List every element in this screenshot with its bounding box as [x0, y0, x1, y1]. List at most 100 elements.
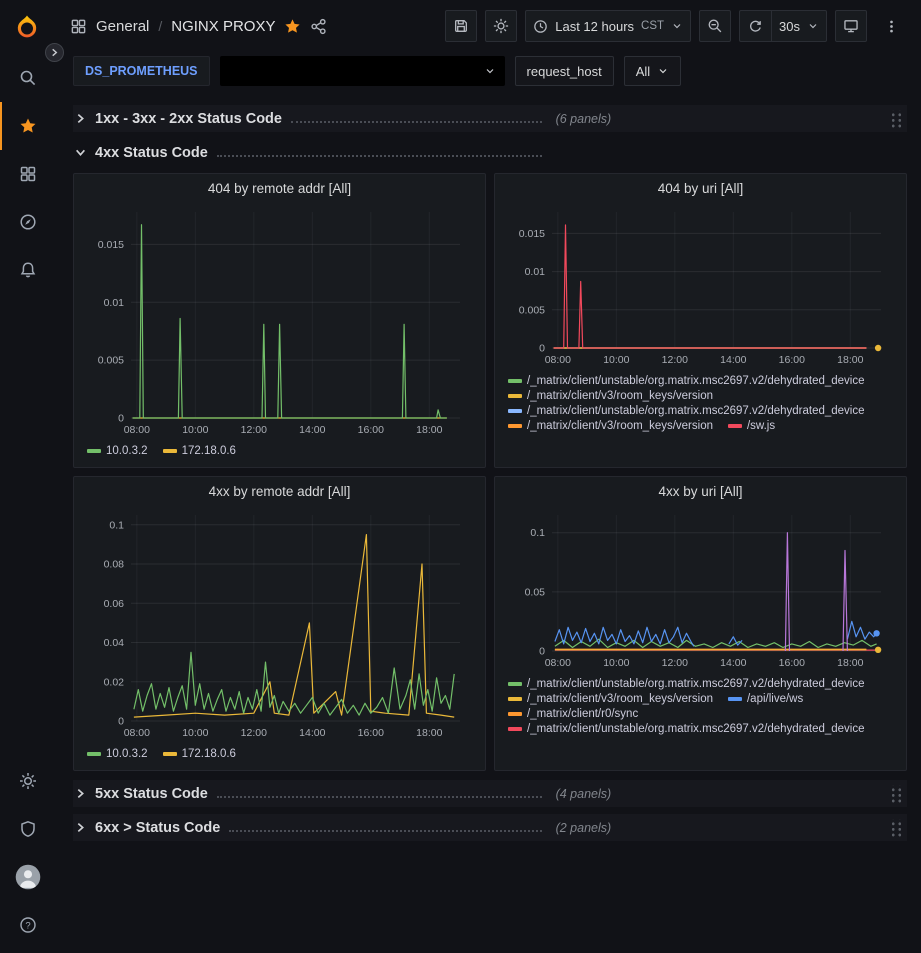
svg-text:0.005: 0.005 — [98, 355, 124, 367]
sidebar-item-alerting[interactable] — [0, 246, 54, 294]
row-4xx[interactable]: 4xx Status Code — [73, 139, 907, 166]
sidebar-item-search[interactable] — [0, 54, 54, 102]
legend-item[interactable]: /sw.js — [728, 420, 775, 432]
svg-text:10:00: 10:00 — [182, 727, 208, 739]
sidebar-item-profile[interactable] — [0, 853, 54, 901]
sidebar-item-server-admin[interactable] — [0, 805, 54, 853]
legend-item[interactable]: /_matrix/client/unstable/org.matrix.msc2… — [508, 405, 865, 417]
legend-item[interactable]: /_matrix/client/v3/room_keys/version — [508, 420, 713, 432]
legend-item[interactable]: 172.18.0.6 — [163, 445, 236, 457]
favorite-star-icon[interactable] — [284, 18, 301, 35]
panel-title[interactable]: 404 by uri [All] — [495, 174, 906, 202]
row-5xx[interactable]: 5xx Status Code (4 panels) — [73, 780, 907, 807]
datasource-variable-label[interactable]: DS_PROMETHEUS — [73, 56, 210, 86]
legend-series-label: /api/live/ws — [747, 693, 803, 705]
legend-item[interactable]: /api/live/ws — [728, 693, 803, 705]
svg-text:0.01: 0.01 — [104, 297, 125, 309]
sidebar-item-help[interactable]: ? — [0, 901, 54, 949]
more-options-button[interactable] — [875, 10, 907, 42]
legend-series-label: 10.0.3.2 — [106, 748, 148, 760]
chevron-down-icon — [75, 147, 95, 158]
share-icon[interactable] — [310, 18, 327, 35]
panel-legend: /_matrix/client/unstable/org.matrix.msc2… — [506, 372, 895, 438]
row-drag-handle[interactable] — [889, 819, 902, 836]
refresh-button[interactable] — [739, 10, 771, 42]
legend-series-label: 172.18.0.6 — [182, 748, 236, 760]
svg-text:0.01: 0.01 — [525, 266, 546, 278]
row-panel-count: (2 panels) — [556, 821, 612, 835]
legend-item[interactable]: /_matrix/client/unstable/org.matrix.msc2… — [508, 678, 865, 690]
legend-series-marker — [508, 727, 522, 731]
legend-item[interactable]: /_matrix/client/unstable/org.matrix.msc2… — [508, 723, 865, 735]
svg-text:18:00: 18:00 — [837, 354, 863, 366]
row-drag-handle[interactable] — [889, 785, 902, 802]
svg-text:10:00: 10:00 — [182, 424, 208, 436]
panel-body: 08:0010:0012:0014:0016:0018:0000.0050.01… — [495, 202, 906, 467]
breadcrumb-folder[interactable]: General — [96, 18, 149, 35]
sidebar-item-starred[interactable] — [0, 102, 54, 150]
dashboard-title[interactable]: NGINX PROXY — [171, 18, 275, 35]
svg-text:0: 0 — [539, 646, 545, 658]
legend-item[interactable]: /_matrix/client/v3/room_keys/version — [508, 390, 713, 402]
svg-text:0.08: 0.08 — [104, 559, 125, 571]
dashboard-settings-button[interactable] — [485, 10, 517, 42]
row-1xx-3xx-2xx[interactable]: 1xx - 3xx - 2xx Status Code (6 panels) — [73, 105, 907, 132]
panel-legend: 10.0.3.2 172.18.0.6 — [85, 745, 474, 766]
compass-icon — [19, 213, 37, 231]
search-icon — [19, 69, 37, 87]
legend-series-label: /_matrix/client/v3/room_keys/version — [527, 420, 713, 432]
dashboard-toolbar: Last 12 hours CST — [445, 10, 907, 42]
timeseries-chart[interactable]: 08:0010:0012:0014:0016:0018:0000.0050.01… — [506, 202, 895, 372]
row-panel-count: (6 panels) — [556, 112, 612, 126]
row-drag-handle[interactable] — [889, 110, 902, 127]
zoom-out-icon — [707, 18, 723, 34]
timeseries-chart[interactable]: 08:0010:0012:0014:0016:0018:0000.0050.01… — [85, 202, 474, 442]
save-icon — [453, 18, 469, 34]
panel-4xx-by-uri: 4xx by uri [All] 08:0010:0012:0014:0016:… — [494, 476, 907, 771]
svg-text:18:00: 18:00 — [416, 727, 442, 739]
svg-text:18:00: 18:00 — [416, 424, 442, 436]
request-host-variable-label[interactable]: request_host — [515, 56, 614, 86]
row-title-wrap: 6xx > Status Code — [95, 820, 542, 836]
panel-title[interactable]: 4xx by uri [All] — [495, 477, 906, 505]
chevron-right-icon — [75, 113, 95, 124]
legend-item[interactable]: /_matrix/client/unstable/org.matrix.msc2… — [508, 375, 865, 387]
time-range-picker[interactable]: Last 12 hours CST — [525, 10, 691, 42]
svg-text:0.015: 0.015 — [519, 228, 545, 240]
save-dashboard-button[interactable] — [445, 10, 477, 42]
legend-item[interactable]: 172.18.0.6 — [163, 748, 236, 760]
timeseries-chart[interactable]: 08:0010:0012:0014:0016:0018:0000.050.1 — [506, 505, 895, 675]
help-icon: ? — [19, 916, 37, 934]
svg-text:0.005: 0.005 — [519, 304, 545, 316]
sidebar-item-dashboards[interactable] — [0, 150, 54, 198]
sidebar-collapse-button[interactable] — [45, 43, 64, 62]
panel-title[interactable]: 4xx by remote addr [All] — [74, 477, 485, 505]
avatar — [15, 864, 41, 890]
svg-text:12:00: 12:00 — [241, 727, 267, 739]
svg-text:0.02: 0.02 — [104, 676, 125, 688]
panel-title[interactable]: 404 by remote addr [All] — [74, 174, 485, 202]
tv-mode-button[interactable] — [835, 10, 867, 42]
zoom-out-button[interactable] — [699, 10, 731, 42]
legend-item[interactable]: /_matrix/client/r0/sync — [508, 708, 638, 720]
grafana-app: ? General / NGINX PROXY — [0, 0, 921, 953]
sidebar-item-configuration[interactable] — [0, 757, 54, 805]
legend-item[interactable]: 10.0.3.2 — [87, 445, 148, 457]
row-6xx[interactable]: 6xx > Status Code (2 panels) — [73, 814, 907, 841]
legend-item[interactable]: /_matrix/client/v3/room_keys/version — [508, 693, 713, 705]
legend-series-label: /_matrix/client/unstable/org.matrix.msc2… — [527, 375, 865, 387]
datasource-select[interactable] — [220, 56, 505, 86]
svg-text:0: 0 — [118, 413, 124, 425]
kebab-menu-icon — [884, 19, 899, 34]
timeseries-chart[interactable]: 08:0010:0012:0014:0016:0018:0000.020.040… — [85, 505, 474, 745]
legend-item[interactable]: 10.0.3.2 — [87, 748, 148, 760]
request-host-select[interactable]: All — [624, 56, 681, 86]
legend-series-marker — [87, 449, 101, 453]
svg-text:0.04: 0.04 — [104, 637, 125, 649]
svg-text:12:00: 12:00 — [241, 424, 267, 436]
legend-series-marker — [508, 409, 522, 413]
refresh-interval-dropdown[interactable]: 30s — [771, 10, 827, 42]
refresh-icon — [748, 19, 763, 34]
row-title: 4xx Status Code — [95, 145, 208, 161]
sidebar-item-explore[interactable] — [0, 198, 54, 246]
